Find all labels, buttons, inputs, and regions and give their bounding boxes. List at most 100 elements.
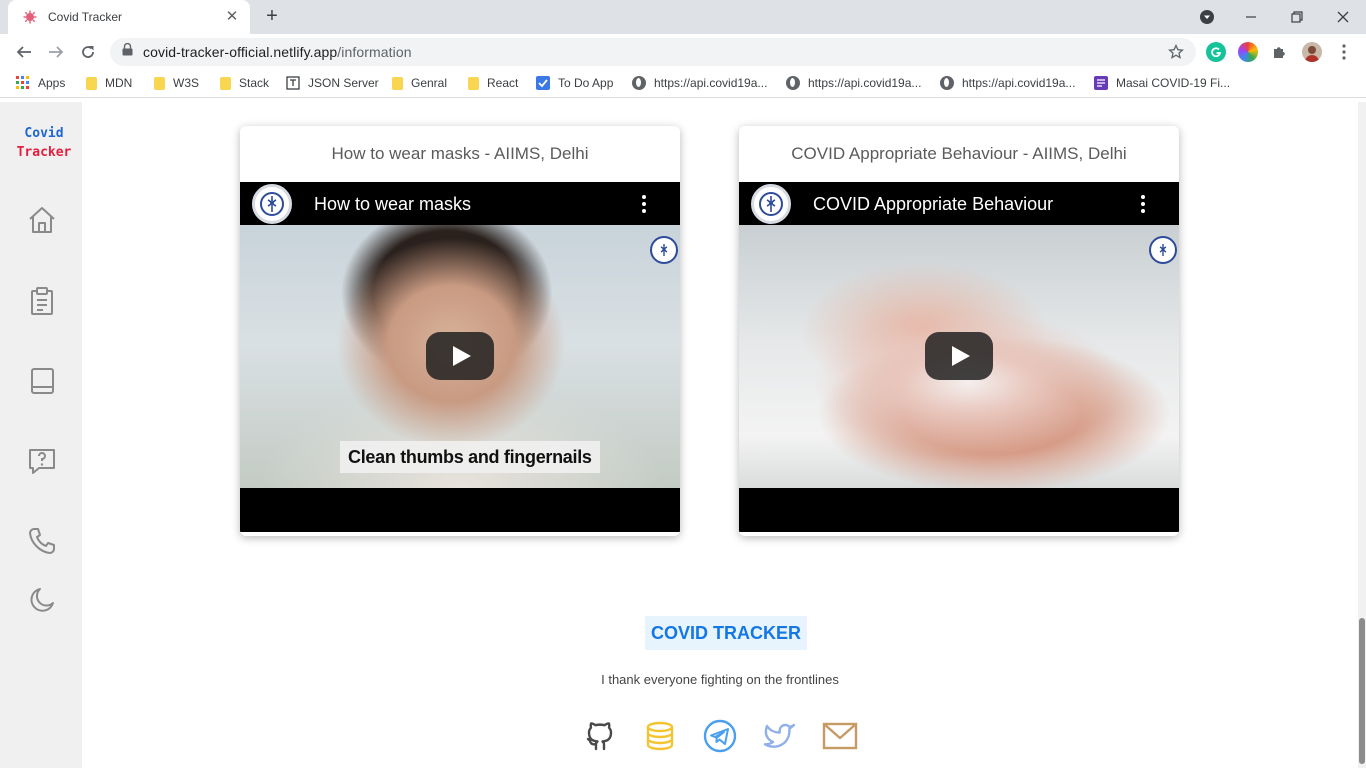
video-title[interactable]: COVID Appropriate Behaviour xyxy=(813,194,1131,215)
minimize-icon[interactable] xyxy=(1228,0,1274,34)
grammarly-extension-icon[interactable] xyxy=(1206,42,1226,62)
video-card-masks: How to wear masks - AIIMS, Delhi How to … xyxy=(240,126,680,536)
new-tab-button[interactable]: + xyxy=(262,6,282,26)
address-bar[interactable]: covid-tracker-official.netlify.app/infor… xyxy=(110,38,1196,66)
sidebar-item-information[interactable] xyxy=(24,363,60,399)
reload-icon[interactable] xyxy=(78,42,98,62)
bookmark-label: W3S xyxy=(173,76,200,90)
video-caption: Clean thumbs and fingernails xyxy=(340,441,600,473)
video-more-options-icon[interactable] xyxy=(1131,192,1155,216)
bookmark-w3s[interactable]: W3S xyxy=(154,76,199,90)
twitter-icon[interactable] xyxy=(762,718,798,754)
clipboard-icon xyxy=(31,287,53,315)
telegram-icon[interactable] xyxy=(702,718,738,754)
github-icon[interactable] xyxy=(582,718,618,754)
play-button-icon[interactable] xyxy=(426,332,494,380)
browser-menu-icon[interactable] xyxy=(1334,42,1354,62)
youtube-video-player[interactable]: How to wear masks Clean thumbs and finge… xyxy=(240,182,680,532)
scrollbar-thumb[interactable] xyxy=(1359,618,1365,764)
footer-message: I thank everyone fighting on the frontli… xyxy=(601,672,839,687)
play-button-icon[interactable] xyxy=(925,332,993,380)
globe-icon xyxy=(632,76,646,90)
browser-toolbar: covid-tracker-official.netlify.app/infor… xyxy=(0,34,1366,70)
aiims-watermark-icon xyxy=(1149,236,1177,264)
moon-icon xyxy=(30,588,54,612)
user-avatar[interactable] xyxy=(1302,42,1322,62)
video-more-options-icon[interactable] xyxy=(632,192,656,216)
tab-close-icon[interactable]: ✕ xyxy=(224,9,240,25)
bookmark-covid-api-2[interactable]: https://api.covid19a... xyxy=(786,76,921,90)
sidebar-item-faq[interactable] xyxy=(24,443,60,479)
video-card-behaviour: COVID Appropriate Behaviour - AIIMS, Del… xyxy=(739,126,1179,536)
restore-icon[interactable] xyxy=(1274,0,1320,34)
home-icon xyxy=(29,207,55,233)
book-icon xyxy=(31,368,54,394)
help-icon xyxy=(29,449,55,474)
profile-menu-icon[interactable] xyxy=(1184,0,1230,34)
bookmark-covid-api-1[interactable]: https://api.covid19a... xyxy=(632,76,767,90)
bookmark-mdn[interactable]: MDN xyxy=(86,76,132,90)
bookmark-label: https://api.covid19a... xyxy=(808,76,922,90)
mail-icon[interactable] xyxy=(822,718,858,754)
aiims-logo-icon[interactable] xyxy=(751,184,791,224)
globe-icon xyxy=(786,76,800,90)
bookmarks-bar: Apps MDN W3S Stack JSON Server Genral Re… xyxy=(0,70,1366,98)
json-server-icon xyxy=(286,76,300,90)
folder-icon xyxy=(86,76,97,90)
bookmark-json-server[interactable]: JSON Server xyxy=(286,76,379,90)
forward-arrow-icon[interactable] xyxy=(46,42,66,62)
back-arrow-icon[interactable] xyxy=(14,42,34,62)
form-icon xyxy=(1094,76,1108,90)
page-scrollbar[interactable] xyxy=(1358,102,1366,768)
database-icon[interactable] xyxy=(642,718,678,754)
aiims-logo-icon[interactable] xyxy=(252,184,292,224)
sidebar-item-dark-mode[interactable] xyxy=(24,582,60,618)
bookmark-label: Stack xyxy=(239,76,270,90)
logo-line-tracker: Tracker xyxy=(16,145,72,160)
page-content: Covid Tracker How to wear masks - AIIMS,… xyxy=(0,102,1366,768)
sidebar-item-reports[interactable] xyxy=(24,283,60,319)
folder-icon xyxy=(154,76,165,90)
apps-grid-icon xyxy=(16,76,30,90)
extensions-puzzle-icon[interactable] xyxy=(1270,42,1290,62)
app-logo[interactable]: Covid Tracker xyxy=(10,124,78,162)
lock-icon[interactable] xyxy=(122,42,133,61)
bookmark-masai-form[interactable]: Masai COVID-19 Fi... xyxy=(1094,76,1230,90)
bookmark-label: To Do App xyxy=(558,76,614,90)
bookmark-label: Genral xyxy=(411,76,448,90)
bookmark-react[interactable]: React xyxy=(468,76,518,90)
bookmark-apps[interactable]: Apps xyxy=(16,76,65,90)
bookmark-covid-api-3[interactable]: https://api.covid19a... xyxy=(940,76,1075,90)
bookmark-genral[interactable]: Genral xyxy=(392,76,447,90)
bookmark-label: Masai COVID-19 Fi... xyxy=(1116,76,1231,90)
youtube-video-player[interactable]: COVID Appropriate Behaviour xyxy=(739,182,1179,532)
url-text: covid-tracker-official.netlify.app/infor… xyxy=(143,44,412,60)
bookmark-stack[interactable]: Stack xyxy=(220,76,269,90)
browser-tab[interactable]: Covid Tracker ✕ xyxy=(8,0,250,34)
close-window-icon[interactable] xyxy=(1320,0,1366,34)
sidebar-item-contact[interactable] xyxy=(24,523,60,559)
globe-icon xyxy=(940,76,954,90)
bookmark-label: Apps xyxy=(38,76,66,90)
folder-icon xyxy=(468,76,479,90)
tab-strip: Covid Tracker ✕ + xyxy=(0,0,1366,34)
bookmark-label: JSON Server xyxy=(308,76,379,90)
bookmark-todo-app[interactable]: To Do App xyxy=(536,76,613,90)
bookmark-label: MDN xyxy=(105,76,133,90)
video-header: How to wear masks xyxy=(240,182,680,226)
logo-line-covid: Covid xyxy=(24,126,64,141)
card-title: How to wear masks - AIIMS, Delhi xyxy=(331,144,589,163)
phone-icon xyxy=(29,528,55,554)
bookmark-star-icon[interactable] xyxy=(1168,43,1184,65)
url-path: /information xyxy=(337,44,412,60)
video-header: COVID Appropriate Behaviour xyxy=(739,182,1179,226)
bookmark-label: React xyxy=(487,76,519,90)
tab-title: Covid Tracker xyxy=(48,10,123,24)
sidebar: Covid Tracker xyxy=(0,102,82,768)
video-title[interactable]: How to wear masks xyxy=(314,194,632,215)
folder-icon xyxy=(220,76,231,90)
sidebar-item-home[interactable] xyxy=(24,202,60,238)
color-picker-extension-icon[interactable] xyxy=(1238,42,1258,62)
footer-brand: COVID TRACKER xyxy=(645,616,808,650)
checkbox-icon xyxy=(536,76,550,90)
